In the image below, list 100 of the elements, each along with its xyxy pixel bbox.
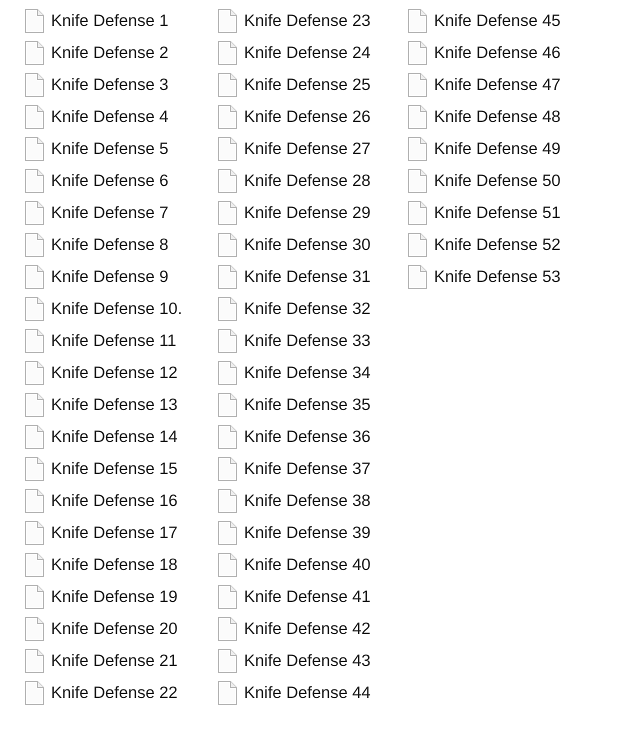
- file-icon: [218, 169, 237, 193]
- file-name[interactable]: Knife Defense 25: [244, 72, 371, 98]
- file-icon: [218, 681, 237, 705]
- file-icon: [218, 105, 237, 129]
- file-icon: [408, 137, 427, 161]
- file-icon: [218, 73, 237, 97]
- file-icon: [25, 105, 44, 129]
- file-icon: [25, 137, 44, 161]
- file-icon: [218, 489, 237, 513]
- file-icon: [25, 297, 44, 321]
- file-name[interactable]: Knife Defense 21: [51, 648, 178, 674]
- file-icon: [218, 553, 237, 577]
- file-name[interactable]: Knife Defense 32: [244, 296, 371, 322]
- file-name[interactable]: Knife Defense 11: [51, 328, 176, 354]
- file-name[interactable]: Knife Defense 37: [244, 456, 371, 482]
- file-icon: [25, 73, 44, 97]
- file-name[interactable]: Knife Defense 20: [51, 616, 178, 642]
- file-name[interactable]: Knife Defense 23: [244, 8, 371, 34]
- file-icon: [408, 233, 427, 257]
- file-icon: [218, 297, 237, 321]
- file-name[interactable]: Knife Defense 52: [434, 232, 561, 258]
- file-name[interactable]: Knife Defense 17: [51, 520, 178, 546]
- file-name[interactable]: Knife Defense 51: [434, 200, 561, 226]
- file-name[interactable]: Knife Defense 4: [51, 104, 168, 130]
- file-icon: [25, 41, 44, 65]
- file-name[interactable]: Knife Defense 19: [51, 584, 178, 610]
- file-icon: [218, 361, 237, 385]
- file-name[interactable]: Knife Defense 16: [51, 488, 178, 514]
- file-name[interactable]: Knife Defense 13: [51, 392, 178, 418]
- file-name[interactable]: Knife Defense 35: [244, 392, 371, 418]
- file-name[interactable]: Knife Defense 15: [51, 456, 178, 482]
- file-icon: [25, 553, 44, 577]
- file-name[interactable]: Knife Defense 6: [51, 168, 168, 194]
- file-name[interactable]: Knife Defense 34: [244, 360, 371, 386]
- file-name[interactable]: Knife Defense 27: [244, 136, 371, 162]
- file-name[interactable]: Knife Defense 47: [434, 72, 561, 98]
- file-name[interactable]: Knife Defense 26: [244, 104, 371, 130]
- file-icon: [218, 649, 237, 673]
- file-icon: [25, 393, 44, 417]
- file-name[interactable]: Knife Defense 24: [244, 40, 371, 66]
- file-icon: [408, 265, 427, 289]
- file-icon: [218, 425, 237, 449]
- file-name[interactable]: Knife Defense 10.: [51, 296, 182, 322]
- file-name[interactable]: Knife Defense 28: [244, 168, 371, 194]
- file-name[interactable]: Knife Defense 8: [51, 232, 168, 258]
- file-icon: [218, 9, 237, 33]
- file-icon: [218, 41, 237, 65]
- file-name[interactable]: Knife Defense 3: [51, 72, 168, 98]
- file-name[interactable]: Knife Defense 53: [434, 264, 561, 290]
- file-name[interactable]: Knife Defense 18: [51, 552, 178, 578]
- file-name[interactable]: Knife Defense 41: [244, 584, 371, 610]
- file-name[interactable]: Knife Defense 33: [244, 328, 371, 354]
- file-name[interactable]: Knife Defense 42: [244, 616, 371, 642]
- file-icon: [408, 201, 427, 225]
- file-name[interactable]: Knife Defense 49: [434, 136, 561, 162]
- file-icon: [25, 9, 44, 33]
- file-icon: [218, 137, 237, 161]
- file-icon: [408, 169, 427, 193]
- file-icon: [218, 585, 237, 609]
- file-name[interactable]: Knife Defense 1: [51, 8, 168, 34]
- file-icon: [25, 489, 44, 513]
- file-icon: [25, 585, 44, 609]
- file-icon: [218, 329, 237, 353]
- file-icon: [25, 649, 44, 673]
- file-name[interactable]: Knife Defense 50: [434, 168, 561, 194]
- file-icon: [218, 617, 237, 641]
- file-name[interactable]: Knife Defense 38: [244, 488, 371, 514]
- file-name[interactable]: Knife Defense 30: [244, 232, 371, 258]
- file-icon: [25, 329, 44, 353]
- file-icon: [408, 105, 427, 129]
- file-icon: [218, 265, 237, 289]
- file-icon: [218, 201, 237, 225]
- file-icon: [25, 617, 44, 641]
- file-name[interactable]: Knife Defense 5: [51, 136, 168, 162]
- file-name[interactable]: Knife Defense 40: [244, 552, 371, 578]
- file-icon: [25, 233, 44, 257]
- file-name[interactable]: Knife Defense 31: [244, 264, 371, 290]
- file-icon: [218, 233, 237, 257]
- file-icon: [25, 521, 44, 545]
- file-name[interactable]: Knife Defense 44: [244, 680, 371, 706]
- file-name[interactable]: Knife Defense 29: [244, 200, 371, 226]
- file-name[interactable]: Knife Defense 12: [51, 360, 178, 386]
- file-icon: [25, 425, 44, 449]
- file-name[interactable]: Knife Defense 14: [51, 424, 178, 450]
- file-name[interactable]: Knife Defense 46: [434, 40, 561, 66]
- file-name[interactable]: Knife Defense 22: [51, 680, 178, 706]
- file-icon: [218, 521, 237, 545]
- file-icon: [25, 681, 44, 705]
- file-name[interactable]: Knife Defense 2: [51, 40, 168, 66]
- file-name[interactable]: Knife Defense 48: [434, 104, 561, 130]
- file-name[interactable]: Knife Defense 45: [434, 8, 561, 34]
- file-name[interactable]: Knife Defense 43: [244, 648, 371, 674]
- file-name[interactable]: Knife Defense 9: [51, 264, 168, 290]
- file-name[interactable]: Knife Defense 39: [244, 520, 371, 546]
- file-name[interactable]: Knife Defense 36: [244, 424, 371, 450]
- file-name[interactable]: Knife Defense 7: [51, 200, 168, 226]
- file-icon: [408, 41, 427, 65]
- file-icon: [25, 169, 44, 193]
- file-icon: [408, 9, 427, 33]
- file-icon: [408, 73, 427, 97]
